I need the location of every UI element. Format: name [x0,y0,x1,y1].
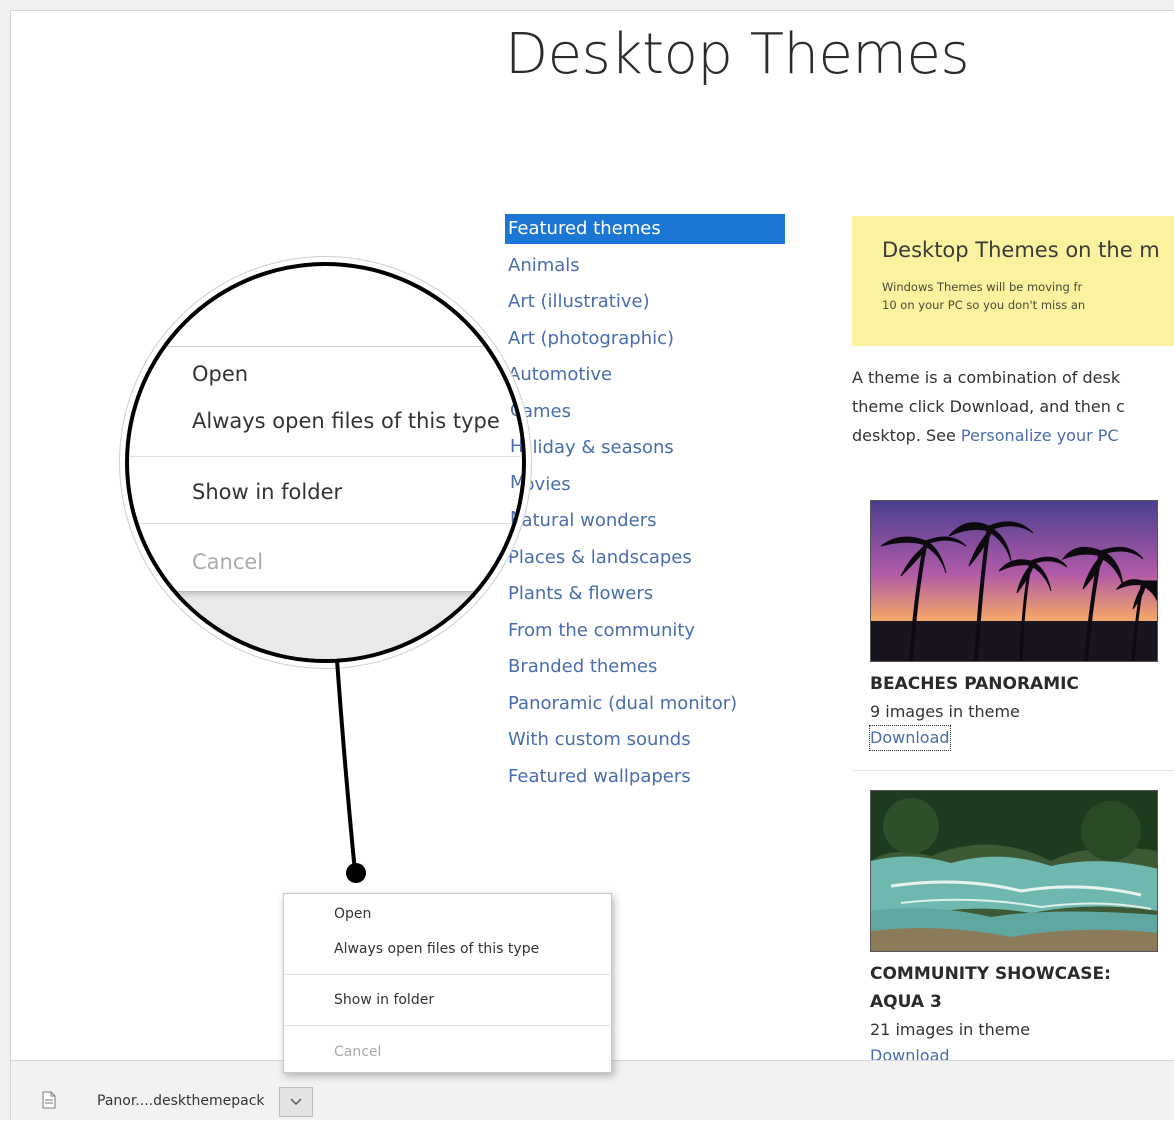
nav-item-places-landscapes[interactable]: Places & landscapes [505,543,785,580]
magnified-menu-item-show-in-folder: Show in folder [192,480,343,504]
menu-divider [285,974,610,975]
magnified-menu-divider [129,523,522,524]
nav-item-branded-themes[interactable]: Branded themes [505,652,785,689]
notice-line-1: Windows Themes will be moving fr [882,280,1083,294]
nav-item-games[interactable]: Games [505,397,785,434]
theme-thumbnail-aqua[interactable] [870,790,1158,952]
theme-name: COMMUNITY SHOWCASE: AQUA 3 [870,964,1111,1012]
nav-item-holiday-seasons[interactable]: Holiday & seasons [505,433,785,470]
magnified-nav-natural: N [510,508,522,529]
beach-sunset-image [871,501,1157,661]
card-divider [852,770,1174,771]
file-icon [42,1091,56,1109]
notice-body: Windows Themes will be moving fr 10 on y… [882,278,1174,314]
nav-item-art-photographic[interactable]: Art (photographic) [505,324,785,361]
waterfall-image [871,791,1157,951]
theme-image-count: 21 images in theme [870,1020,1031,1039]
nav-item-movies[interactable]: Movies [505,470,785,507]
magnified-menu-top-edge [129,346,522,347]
magnifier-callout: A G H M N P Open Always open files of th… [129,266,522,659]
callout-dot [346,863,366,883]
magnified-menu-item-cancel: Cancel [192,550,264,574]
magnified-nav-games: G [510,400,522,421]
magnified-menu-divider [129,456,522,457]
page-title: Desktop Themes [505,22,970,87]
nav-item-from-community[interactable]: From the community [505,616,785,653]
nav-item-art-illustrative[interactable]: Art (illustrative) [505,287,785,324]
download-options-button[interactable] [279,1087,313,1117]
nav-item-automotive[interactable]: Automotive [505,360,785,397]
description-line-1: A theme is a combination of desk [852,368,1121,387]
menu-divider [285,1025,610,1026]
download-context-menu: Open Always open files of this type Show… [283,893,612,1073]
nav-item-plants-flowers[interactable]: Plants & flowers [505,579,785,616]
magnified-nav-holiday: H [510,436,522,457]
nav-item-animals[interactable]: Animals [505,251,785,288]
callout-line [335,659,357,873]
download-filename: Panor....deskthemepack [97,1093,265,1109]
description-line-3: desktop. See Personalize your PC [852,421,1174,450]
nav-item-featured-themes[interactable]: Featured themes [505,214,785,244]
chevron-down-icon [290,1098,302,1106]
theme-card-beaches: BEACHES PANORAMIC 9 images in theme Down… [869,500,1160,751]
magnified-nav-places: P [510,544,521,565]
menu-item-always-open[interactable]: Always open files of this type [334,941,539,957]
theme-card-aqua: COMMUNITY SHOWCASE: AQUA 3 21 images in … [870,790,1160,1068]
magnified-menu-item-open: Open [192,362,249,386]
magnified-menu-shadow [129,591,522,659]
theme-thumbnail-beaches[interactable] [870,500,1158,662]
menu-item-show-in-folder[interactable]: Show in folder [334,992,434,1008]
theme-category-nav: Featured themes Animals Art (illustrativ… [505,214,785,798]
theme-name: BEACHES PANORAMIC [870,674,1079,694]
magnified-menu-item-always-open: Always open files of this type [192,409,500,433]
notice-line-2: 10 on your PC so you don't miss an [882,298,1086,312]
menu-item-cancel: Cancel [334,1044,382,1060]
description-line-2: theme click Download, and then c [852,397,1125,416]
magnified-nav-automotive: A [510,364,522,385]
theme-image-count: 9 images in theme [870,702,1020,721]
magnified-nav-movies: M [510,472,522,493]
nav-item-featured-wallpapers[interactable]: Featured wallpapers [505,762,785,799]
theme-description: A theme is a combination of desk theme c… [852,363,1174,450]
nav-item-panoramic[interactable]: Panoramic (dual monitor) [505,689,785,726]
nav-item-custom-sounds[interactable]: With custom sounds [505,725,785,762]
notice-title: Desktop Themes on the m [882,238,1160,262]
nav-item-natural-wonders[interactable]: Natural wonders [505,506,785,543]
notice-banner: Desktop Themes on the m Windows Themes w… [852,216,1174,346]
download-link[interactable]: Download [869,725,951,751]
personalize-link[interactable]: Personalize your PC [961,426,1119,445]
description-line-3-text: desktop. See [852,426,961,445]
menu-item-open[interactable]: Open [334,906,371,922]
